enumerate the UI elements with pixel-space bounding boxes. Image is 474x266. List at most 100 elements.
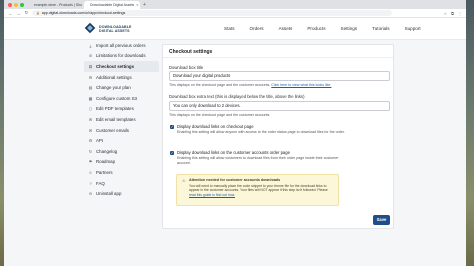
save-button[interactable]: Save — [373, 215, 390, 225]
settings-sidebar: ⤓ Import all previous orders ⊘ Limitations… — [84, 40, 159, 199]
sidebar-item-label: Uninstall app — [96, 191, 122, 197]
sidebar-item-label: Additional settings — [96, 74, 132, 80]
checkout-links-help: Enabling this setting will allow anyone … — [177, 130, 345, 134]
tab-label: example.store - Products | Sho — [34, 3, 82, 7]
sidebar-item-label: Import all previous orders — [96, 42, 146, 48]
notice-title: Attention needed for customer accounts d… — [189, 178, 281, 182]
nav-orders[interactable]: Orders — [242, 26, 271, 31]
sidebar-item-api[interactable]: ⚙ API — [84, 135, 159, 146]
attention-notice: ⚠ Attention needed for customer accounts… — [176, 174, 339, 206]
nav-assets[interactable]: Assets — [271, 26, 300, 31]
sidebar-item-label: Partners — [96, 169, 113, 175]
import-icon: ⤓ — [89, 42, 92, 48]
sidebar-item-customer-emails[interactable]: ✉ Customer emails — [84, 125, 159, 136]
nav-stats[interactable]: Stats — [217, 26, 242, 31]
checkout-settings-card: Checkout settings Download box title Dow… — [162, 44, 394, 229]
extensions-icon[interactable]: ⧉ — [451, 11, 454, 16]
logo-line-1: DOWNLOADABLE — [99, 24, 132, 29]
logo-icon — [84, 23, 96, 35]
sidebar-item-label: Changelog — [96, 148, 118, 154]
sidebar-item-faq[interactable]: ? FAQ — [84, 178, 159, 189]
sidebar-item-roadmap[interactable]: ⚑ Roadmap — [84, 157, 159, 168]
email-icon: ✉ — [88, 116, 93, 122]
close-tab-icon[interactable]: ✕ — [136, 1, 139, 9]
sidebar-item-label: FAQ — [96, 180, 105, 186]
changelog-icon: ↻ — [88, 148, 93, 154]
sidebar-item-limitations[interactable]: ⊘ Limitations for downloads — [84, 51, 159, 62]
pdf-icon: ▯ — [89, 106, 92, 112]
sidebar-item-plan[interactable]: ▤ Change your plan — [84, 82, 159, 93]
minimize-window-icon[interactable] — [14, 3, 18, 7]
forward-icon[interactable]: → — [16, 11, 21, 16]
nav-support[interactable]: Support — [397, 26, 428, 31]
download-box-title-label: Download box title — [169, 65, 204, 70]
extra-text-input[interactable]: You can only download to 2 devices. — [169, 101, 390, 111]
app-logo[interactable]: DOWNLOADABLE DIGITAL ASSETS — [84, 23, 132, 35]
warning-icon: ⚠ — [182, 178, 186, 183]
maximize-window-icon[interactable] — [20, 3, 24, 7]
cart-icon: ⊡ — [88, 63, 93, 69]
sidebar-item-label: Configure custom S3 — [96, 95, 137, 101]
browser-tab-app[interactable]: Downloadable Digital Assets ✕ — [84, 1, 140, 9]
notice-body: You will need to manually place the code… — [189, 184, 335, 197]
faq-icon: ? — [89, 180, 92, 186]
account-links-label: Display download links on the customer a… — [177, 150, 290, 155]
plan-icon: ▤ — [88, 85, 93, 91]
nav-tutorials[interactable]: Tutorials — [365, 26, 397, 31]
uninstall-icon: ⊖ — [88, 191, 93, 197]
logo-text: DOWNLOADABLE DIGITAL ASSETS — [99, 25, 132, 33]
checkout-links-label: Display download links on checkout page — [177, 124, 254, 129]
sidebar-item-pdf[interactable]: ▯ Edit PDF templates — [84, 104, 159, 115]
sidebar-item-label: Change your plan — [96, 85, 131, 91]
sidebar-item-checkout[interactable]: ⊡ Checkout settings — [84, 61, 159, 72]
extra-text-help: This displays on the checkout page and t… — [169, 113, 271, 117]
back-icon[interactable]: ← — [8, 11, 13, 16]
close-window-icon[interactable] — [8, 3, 12, 7]
tab-bar: example.store - Products | Sho ✕ Downloa… — [4, 0, 466, 9]
lock-icon: 🔒 — [36, 11, 40, 15]
view-example-link[interactable]: Click here to view what this looks like. — [271, 83, 331, 87]
checkout-links-checkbox[interactable]: ✓ — [170, 125, 174, 129]
browser-actions: ☆ ⧉ ⋮ — [444, 11, 462, 16]
sidebar-item-label: Limitations for downloads — [96, 53, 146, 59]
sidebar-item-import[interactable]: ⤓ Import all previous orders — [84, 40, 159, 51]
browser-tab-store[interactable]: example.store - Products | Sho ✕ — [28, 1, 84, 9]
gear-icon: ⚙ — [88, 74, 93, 80]
new-tab-icon[interactable]: + — [140, 1, 146, 9]
tab-label: Downloadable Digital Assets — [90, 3, 135, 7]
sidebar-item-label: Roadmap — [96, 159, 116, 165]
address-bar: ← → ↻ 🔒 app.digital-downloads.com/url/ap… — [4, 9, 466, 18]
sidebar-item-email-templates[interactable]: ✉ Edit email templates — [84, 114, 159, 125]
sidebar-item-s3[interactable]: ▦ Configure custom S3 — [84, 93, 159, 104]
storage-icon: ▦ — [88, 95, 93, 101]
account-links-help: Enabling this setting will allow custome… — [177, 156, 339, 165]
extra-text-label: Download box extra text (this is display… — [169, 94, 305, 99]
sidebar-item-label: Checkout settings — [96, 63, 135, 69]
menu-icon[interactable]: ⋮ — [458, 11, 462, 16]
logo-line-2: DIGITAL ASSETS — [99, 28, 130, 33]
reload-icon[interactable]: ↻ — [24, 10, 29, 16]
bookmark-icon[interactable]: ☆ — [444, 11, 448, 16]
sidebar-item-label: Customer emails — [96, 127, 129, 133]
sidebar-item-uninstall[interactable]: ⊖ Uninstall app — [84, 188, 159, 199]
url-field[interactable]: 🔒 app.digital-downloads.com/url/app/chec… — [32, 10, 392, 16]
browser-window: example.store - Products | Sho ✕ Downloa… — [4, 0, 466, 266]
window-controls — [8, 3, 24, 7]
sidebar-item-partners[interactable]: ☺ Partners — [84, 167, 159, 178]
card-title: Checkout settings — [163, 45, 393, 58]
help-text: This displays on the checkout page and t… — [169, 83, 272, 87]
download-box-title-input[interactable]: Download your digital products — [169, 71, 390, 81]
roadmap-icon: ⚑ — [88, 159, 93, 165]
api-icon: ⚙ — [88, 138, 93, 144]
read-guide-link[interactable]: read this guide to find out how. — [189, 193, 235, 197]
account-links-checkbox[interactable]: ✓ — [170, 151, 174, 155]
nav-products[interactable]: Products — [300, 26, 333, 31]
sidebar-item-label: Edit email templates — [96, 116, 136, 122]
nav-settings[interactable]: Settings — [333, 26, 365, 31]
url-text: app.digital-downloads.com/url/app/checko… — [41, 11, 126, 15]
sidebar-item-additional[interactable]: ⚙ Additional settings — [84, 72, 159, 83]
mail-icon: ✉ — [88, 127, 93, 133]
notice-text: You will need to manually place the code… — [189, 184, 328, 193]
sidebar-item-changelog[interactable]: ↻ Changelog — [84, 146, 159, 157]
limit-icon: ⊘ — [88, 53, 93, 59]
